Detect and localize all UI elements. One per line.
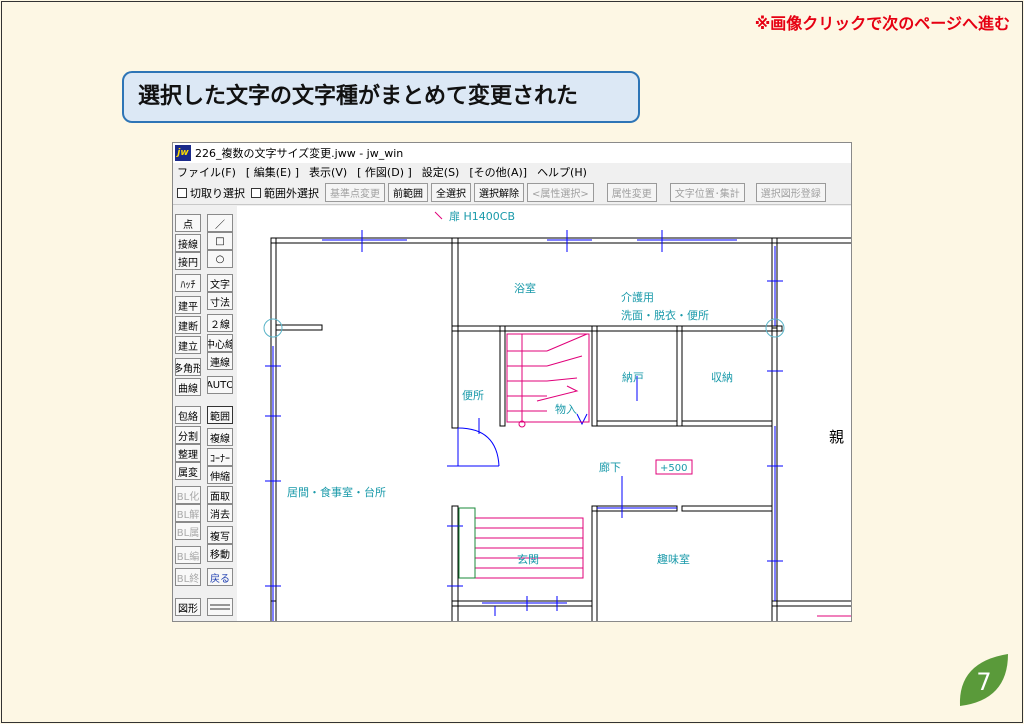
checkbox-icon	[251, 187, 261, 198]
tool-polygon[interactable]: 多角形	[175, 358, 201, 376]
page-number-leaf: 7	[959, 654, 1008, 706]
label-care2: 洗面・脱衣・便所	[621, 308, 709, 322]
label-storage: 納戸	[622, 371, 644, 384]
register-shape-button[interactable]: 選択図形登録	[755, 183, 826, 202]
tool-divide[interactable]: 分割	[175, 426, 201, 444]
stairs	[434, 211, 851, 617]
tool-bl-end[interactable]: BL終	[175, 568, 201, 586]
tool-range[interactable]: 範囲	[207, 406, 233, 424]
label-entrance: 玄関	[517, 552, 539, 566]
drawing-canvas[interactable]: 浴室 介護用 洗面・脱衣・便所 納戸 収納 便所 物入 廊下 居間・食事室・台所…	[237, 206, 851, 621]
callout-box: 選択した文字の文字種がまとめて変更された	[122, 71, 640, 123]
tool-copy[interactable]: 複写	[207, 526, 233, 544]
cut-select-label: 切取り選択	[190, 186, 245, 200]
label-hall: 廊下	[599, 460, 621, 474]
tool-tangent[interactable]: 接線	[175, 234, 201, 252]
tool-plan[interactable]: 建平	[175, 296, 201, 314]
jw-app-icon: jw	[175, 145, 191, 161]
label-bath: 浴室	[514, 281, 536, 295]
tool-dimension[interactable]: 寸法	[207, 292, 233, 310]
checkbox-icon	[177, 187, 187, 198]
tool-figure[interactable]: 図形	[175, 598, 201, 616]
tool-bl-attr[interactable]: BL属	[175, 522, 201, 540]
tool-elevation[interactable]: 建立	[175, 336, 201, 354]
title-bar: jw 226_複数の文字サイズ変更.jww - jw_win	[173, 143, 851, 163]
window-title: 226_複数の文字サイズ変更.jww - jw_win	[195, 147, 404, 160]
menu-view[interactable]: 表示(V)	[309, 164, 347, 180]
tool-arrange[interactable]: 整理	[175, 444, 201, 462]
tool-rect[interactable]: □	[207, 232, 233, 250]
tool-text[interactable]: 文字	[207, 274, 233, 292]
tool-line[interactable]: ／	[207, 214, 233, 232]
label-hobby: 趣味室	[657, 552, 690, 566]
tool-erase[interactable]: 消去	[207, 504, 233, 522]
select-all-button[interactable]: 全選択	[431, 183, 471, 202]
page-number: 7	[976, 668, 991, 696]
tool-panel: 点 接線 接円 ﾊｯﾁ 建平 建断 建立 多角形 曲線 包絡 分割 整理 属変 …	[173, 206, 235, 621]
tool-bl-release[interactable]: BL解	[175, 504, 201, 522]
layer-indicator[interactable]	[207, 598, 233, 616]
menu-bar: ファイル(F) [ 編集(E) ] 表示(V) [ 作図(D) ] 設定(S) …	[173, 163, 851, 181]
tool-center-line[interactable]: 中心線	[207, 334, 233, 352]
label-top: 扉 H1400CB	[449, 210, 515, 223]
tool-tangent-circle[interactable]: 接円	[175, 252, 201, 270]
prev-range-button[interactable]: 前範囲	[388, 183, 428, 202]
tool-corner[interactable]: ｺｰﾅｰ	[207, 448, 233, 466]
tool-double-line[interactable]: ２線	[207, 314, 233, 332]
label-closet: 収納	[711, 371, 733, 384]
outside-select-checkbox[interactable]: 範囲外選択	[251, 185, 319, 201]
room-labels: 浴室 介護用 洗面・脱衣・便所 納戸 収納 便所 物入 廊下 居間・食事室・台所…	[287, 210, 733, 566]
label-level: +500	[660, 463, 687, 474]
tool-move[interactable]: 移動	[207, 544, 233, 562]
label-living: 居間・食事室・台所	[287, 485, 386, 499]
menu-settings[interactable]: 設定(S)	[422, 164, 460, 180]
tool-extend[interactable]: 伸縮	[207, 466, 233, 484]
next-page-note[interactable]: ※画像クリックで次のページへ進む	[755, 10, 1010, 34]
tool-chamfer[interactable]: 面取	[207, 486, 233, 504]
layer-lines-icon	[210, 604, 230, 610]
floor-plan: 浴室 介護用 洗面・脱衣・便所 納戸 収納 便所 物入 廊下 居間・食事室・台所…	[263, 210, 851, 621]
label-toilet: 便所	[462, 389, 484, 402]
menu-file[interactable]: ファイル(F)	[177, 164, 236, 180]
tool-curve[interactable]: 曲線	[175, 378, 201, 396]
walls	[270, 237, 851, 621]
tool-section[interactable]: 建断	[175, 316, 201, 334]
cut-select-checkbox[interactable]: 切取り選択	[177, 185, 245, 201]
base-point-button[interactable]: 基準点変更	[325, 183, 385, 202]
label-things: 物入	[555, 402, 577, 416]
label-parent: 親	[829, 428, 844, 446]
tool-auto[interactable]: AUTO	[207, 376, 233, 394]
tool-connect-line[interactable]: 連線	[207, 352, 233, 370]
text-position-button[interactable]: 文字位置･集計	[669, 183, 745, 202]
tool-attr-change[interactable]: 属変	[175, 462, 201, 480]
entrance-step	[458, 507, 476, 579]
tool-hatch[interactable]: ﾊｯﾁ	[175, 274, 201, 292]
control-bar: 切取り選択 範囲外選択 基準点変更 前範囲 全選択 選択解除 <属性選択> 属性…	[173, 181, 851, 205]
menu-other[interactable]: [その他(A)]	[469, 164, 527, 180]
tool-circle[interactable]: ○	[207, 250, 233, 268]
menu-draw[interactable]: [ 作図(D) ]	[357, 164, 412, 180]
tool-point[interactable]: 点	[175, 214, 201, 232]
menu-edit[interactable]: [ 編集(E) ]	[246, 164, 299, 180]
attr-select-button[interactable]: <属性選択>	[527, 183, 594, 202]
clear-selection-button[interactable]: 選択解除	[474, 183, 524, 202]
outside-select-label: 範囲外選択	[264, 186, 319, 200]
jw-win-window: jw 226_複数の文字サイズ変更.jww - jw_win ファイル(F) […	[172, 142, 852, 622]
tool-envelope[interactable]: 包絡	[175, 406, 201, 424]
label-care1: 介護用	[621, 290, 654, 304]
menu-help[interactable]: ヘルプ(H)	[537, 164, 587, 180]
attr-change-button[interactable]: 属性変更	[606, 183, 657, 202]
tool-bl-make[interactable]: BL化	[175, 486, 201, 504]
tool-bl-edit[interactable]: BL編	[175, 546, 201, 564]
tool-offset[interactable]: 複線	[207, 428, 233, 446]
tool-undo[interactable]: 戻る	[207, 568, 233, 586]
